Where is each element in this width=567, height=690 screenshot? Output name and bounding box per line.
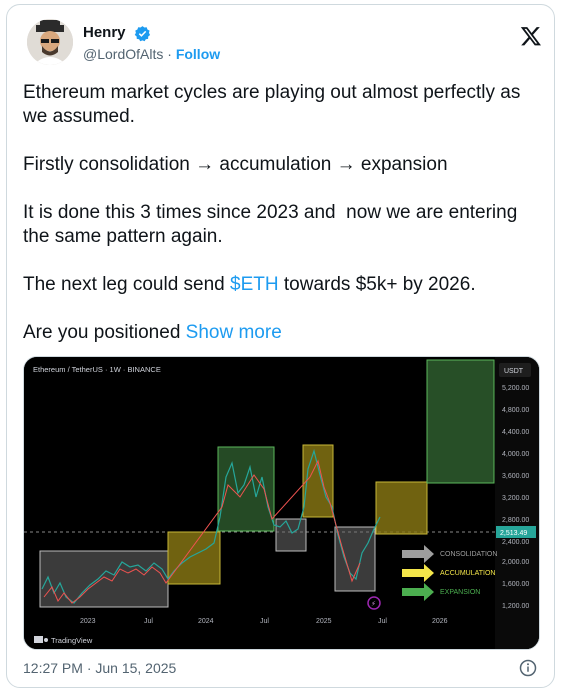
chart-image[interactable]: Ethereum / TetherUS · 1W · BINANCE USDT … (23, 356, 540, 650)
legend-expansion: EXPANSION (440, 589, 480, 596)
p5-text: Are you positioned (23, 322, 186, 343)
time-tick: 2025 (316, 618, 332, 625)
tweet-paragraph-1: Ethereum market cycles are playing out a… (23, 82, 526, 127)
x-logo-icon[interactable] (520, 25, 542, 47)
info-icon[interactable] (519, 659, 537, 677)
tweet-paragraph-2: Firstly consolidation → accumulation → e… (23, 154, 448, 175)
author-handle[interactable]: @LordOfAlts (83, 46, 163, 62)
p4-after: towards $5k+ by 2026. (278, 274, 476, 295)
eth-cashtag-link[interactable]: $ETH (230, 274, 279, 295)
price-tick: 4,000.00 (502, 451, 529, 458)
follow-button[interactable]: Follow (176, 46, 220, 62)
time-tick: Jul (144, 618, 153, 625)
price-tick: 2,800.00 (502, 517, 529, 524)
time-tick: Jul (378, 618, 387, 625)
svg-text:⚡: ⚡ (371, 600, 376, 608)
p4-before: The next leg could send (23, 274, 231, 295)
price-tick: 1,200.00 (502, 603, 529, 610)
legend-accumulation: ACCUMULATION (440, 570, 495, 577)
price-tick: 4,400.00 (502, 429, 529, 436)
time-tick: 2026 (432, 618, 448, 625)
show-more-link[interactable]: Show more (186, 322, 282, 343)
price-tick: 3,600.00 (502, 473, 529, 480)
chart-header: Ethereum / TetherUS · 1W · BINANCE (33, 365, 161, 374)
price-tick: 2,000.00 (502, 559, 529, 566)
time-tick: Jul (260, 618, 269, 625)
tweet-card: Henry @LordOfAlts · Follow Ethereum mark… (6, 4, 555, 688)
author-handle-line: @LordOfAlts · Follow (83, 46, 220, 62)
price-tick: 4,800.00 (502, 407, 529, 414)
tweet-paragraph-3: It is done this 3 times since 2023 and n… (23, 202, 523, 247)
avatar[interactable] (27, 19, 73, 65)
timestamp[interactable]: 12:27 PM · Jun 15, 2025 (23, 660, 176, 676)
price-tick: 3,200.00 (502, 495, 529, 502)
tweet-paragraph-5: Are you positioned Show more (23, 321, 543, 345)
price-tick: 5,200.00 (502, 385, 529, 392)
separator-dot: · (167, 46, 172, 62)
currency-label: USDT (504, 368, 524, 375)
tweet-paragraph-4: The next leg could send $ETH towards $5k… (23, 273, 543, 297)
time-tick: 2024 (198, 618, 214, 625)
legend-consolidation: CONSOLIDATION (440, 551, 497, 558)
verified-badge-icon (134, 26, 151, 42)
current-price-label: 2,513.49 (500, 530, 527, 537)
price-tick: 2,400.00 (502, 539, 529, 546)
price-tick: 1,600.00 (502, 581, 529, 588)
time-tick: 2023 (80, 618, 96, 625)
tradingview-watermark: TradingView (51, 636, 93, 645)
author-name[interactable]: Henry (83, 24, 126, 41)
